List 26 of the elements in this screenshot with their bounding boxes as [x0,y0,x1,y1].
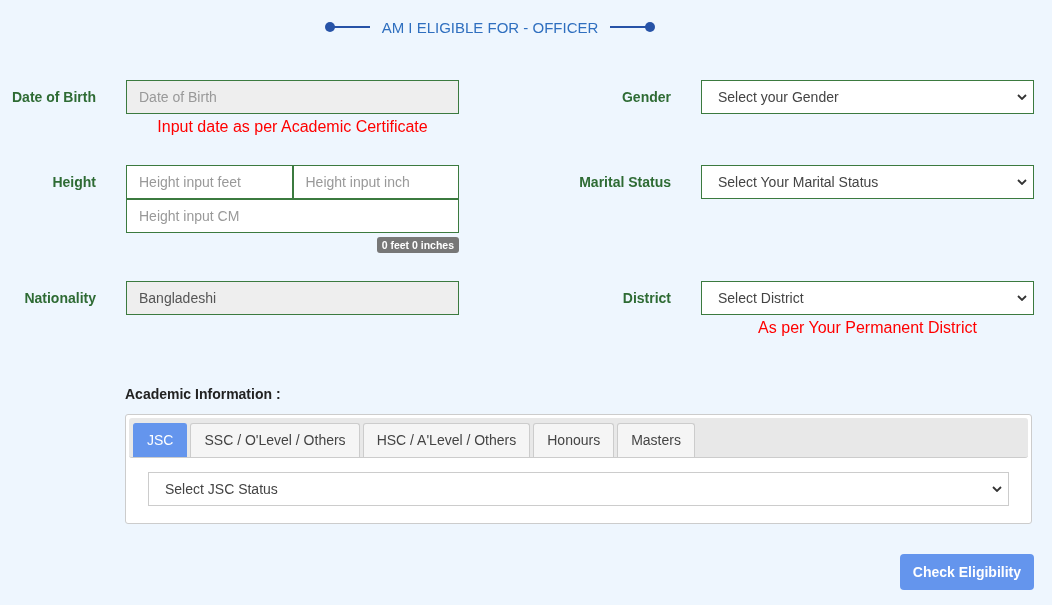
chevron-down-icon [1017,295,1027,301]
tab[interactable]: SSC / O'Level / Others [190,423,360,457]
input-field[interactable]: Height input feet [126,165,293,199]
input-field[interactable]: Height input inch [292,165,459,199]
chevron-down-icon [1017,179,1027,185]
select-dropdown[interactable]: Select your Gender [701,80,1034,114]
select-dropdown[interactable]: Select Your Marital Status [701,165,1034,199]
chevron-down-icon [1017,94,1027,100]
field-label: Gender [621,88,671,107]
field-label: Height [51,173,96,192]
chevron-down-icon [992,486,1002,492]
tab[interactable]: Masters [617,423,695,457]
height-badge: 0 feet 0 inches [376,237,459,253]
tab[interactable]: Honours [533,423,615,457]
select-dropdown[interactable]: Select JSC Status [148,472,1009,506]
input-field[interactable]: Height input CM [126,199,459,233]
select-dropdown[interactable]: Select District [701,281,1034,315]
field-label: District [621,289,671,308]
field-label: Date of Birth [11,88,96,107]
page-title: AM I ELIGIBLE FOR - OFFICER [381,18,599,36]
field-label: Marital Status [578,173,671,192]
tab[interactable]: HSC / A'Level / Others [362,423,531,457]
section-label: Academic Information : [125,386,282,402]
hint-text: Input date as per Academic Certificate [156,117,429,137]
hint-text: As per Your Permanent District [757,318,978,338]
field-label: Nationality [23,289,96,308]
